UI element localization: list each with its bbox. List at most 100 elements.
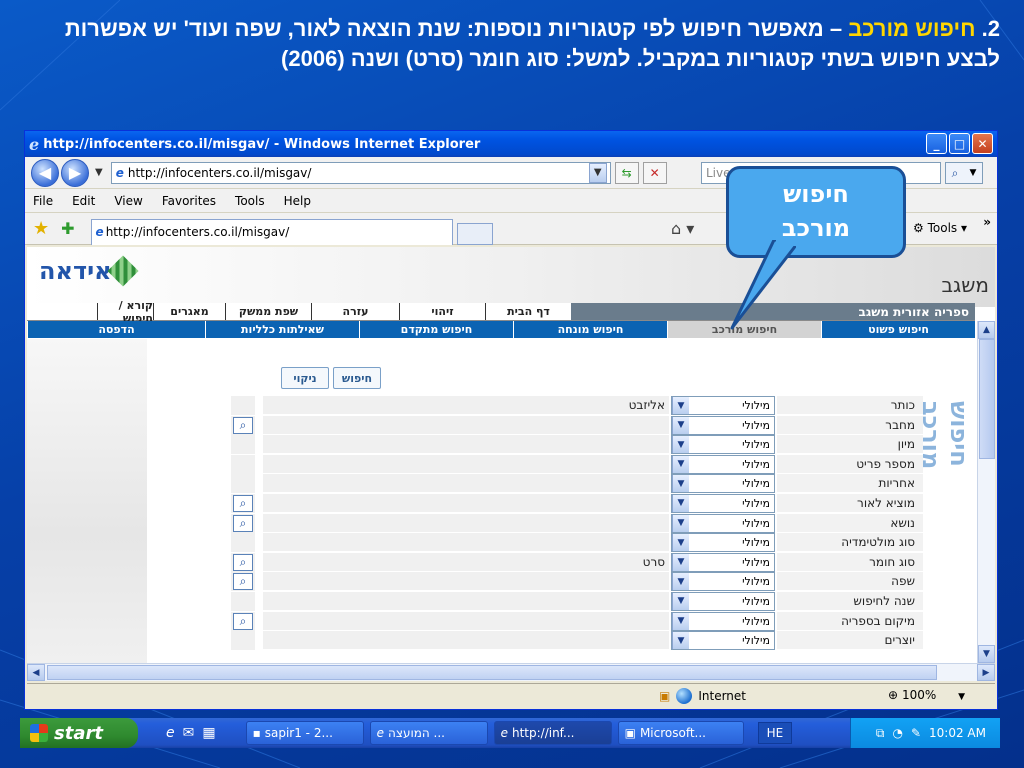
tab-print[interactable]: הדפסה — [27, 321, 205, 338]
close-button[interactable]: ✕ — [972, 133, 993, 154]
status-bar: ▣ Internet ⊕ 100% ▼ — [27, 683, 995, 709]
network-icon[interactable]: ⧉ — [876, 726, 885, 741]
tab-general-queries[interactable]: שאילתות כלליות — [205, 321, 359, 338]
field-value-input[interactable] — [263, 611, 669, 631]
add-favorites-icon[interactable]: ✚ — [61, 219, 74, 238]
field-value-input[interactable] — [263, 572, 669, 592]
field-value-input[interactable] — [263, 474, 669, 494]
stop-button[interactable]: ✕ — [642, 161, 667, 184]
scroll-right-icon[interactable]: ▶ — [977, 664, 995, 681]
maximize-button[interactable]: □ — [949, 133, 970, 154]
nav-home[interactable]: דף הבית — [485, 303, 571, 320]
chevron-more-icon[interactable]: » — [983, 215, 991, 229]
field-value-input[interactable] — [263, 415, 669, 435]
form-row: נושא מילולי ▼ ⌕ — [205, 513, 923, 534]
nav-databases[interactable]: מאגרים — [153, 303, 225, 320]
zoom-control[interactable]: ⊕ 100% ▼ — [888, 688, 965, 702]
back-button[interactable]: ◀ — [31, 158, 59, 187]
magnifier-lookup-icon[interactable]: ⌕ — [233, 416, 253, 434]
ie-quicklaunch-icon[interactable]: e — [166, 725, 175, 741]
tab-guided-search[interactable]: חיפוש מונחה — [513, 321, 667, 338]
taskbar-item[interactable]: ▪ sapir1 - 2... — [245, 721, 364, 745]
menu-edit[interactable]: Edit — [72, 194, 95, 208]
site-logo[interactable]: אידאה — [39, 255, 140, 287]
operator-select[interactable]: מילולי ▼ — [671, 552, 775, 572]
tab-advanced-search[interactable]: חיפוש מתקדם — [359, 321, 513, 338]
field-value-input[interactable] — [263, 591, 669, 611]
operator-select[interactable]: מילולי ▼ — [671, 493, 775, 513]
field-value-input[interactable]: אליזבט — [263, 396, 669, 415]
scroll-left-icon[interactable]: ◀ — [27, 664, 45, 681]
home-icon[interactable]: ⌂ ▾ — [671, 219, 694, 238]
operator-select[interactable]: מילולי ▼ — [671, 513, 775, 533]
tab-simple-search[interactable]: חיפוש פשוט — [821, 321, 975, 338]
operator-select[interactable]: מילולי ▼ — [671, 396, 775, 415]
browser-tab[interactable]: e http://infocenters.co.il/misgav/ — [90, 218, 453, 245]
scroll-up-icon[interactable]: ▲ — [978, 321, 995, 339]
horizontal-scrollbar[interactable]: ◀ ▶ — [27, 663, 995, 681]
operator-select[interactable]: מילולי ▼ — [671, 591, 775, 611]
operator-select[interactable]: מילולי ▼ — [671, 572, 775, 592]
scroll-thumb[interactable] — [979, 339, 995, 459]
operator-select[interactable]: מילולי ▼ — [671, 631, 775, 651]
refresh-button[interactable]: ⇆ — [614, 161, 639, 184]
field-value-input[interactable]: סרט — [263, 552, 669, 572]
operator-select[interactable]: מילולי ▼ — [671, 611, 775, 631]
start-button[interactable]: start — [20, 718, 138, 748]
taskbar-item-active[interactable]: e http://inf... — [493, 721, 612, 745]
window-titlebar[interactable]: e http://infocenters.co.il/misgav/ - Win… — [25, 131, 997, 157]
menu-help[interactable]: Help — [284, 194, 311, 208]
nav-help[interactable]: עזרה — [311, 303, 399, 320]
menu-file[interactable]: File — [33, 194, 53, 208]
taskbar-item[interactable]: e המועצה ... — [369, 721, 488, 745]
desktop-quicklaunch-icon[interactable]: ▦ — [202, 725, 215, 741]
address-input[interactable]: e http://infocenters.co.il/misgav/ — [110, 161, 611, 184]
operator-select[interactable]: מילולי ▼ — [671, 454, 775, 474]
field-value-input[interactable] — [263, 493, 669, 513]
search-options-icon[interactable]: ▼ — [969, 168, 976, 178]
h-scroll-thumb[interactable] — [47, 665, 937, 680]
operator-select[interactable]: מילולי ▼ — [671, 533, 775, 553]
taskbar-item[interactable]: ▣ Microsoft... — [617, 721, 744, 745]
field-value-input[interactable] — [263, 435, 669, 455]
security-zone[interactable]: ▣ Internet — [659, 688, 746, 704]
vertical-scrollbar[interactable]: ▲ ▼ — [977, 321, 995, 663]
chevron-down-icon: ▼ — [672, 534, 689, 552]
operator-select[interactable]: מילולי ▼ — [671, 435, 775, 455]
search-button[interactable]: חיפוש — [333, 367, 381, 389]
clear-button[interactable]: ניקוי — [281, 367, 329, 389]
tools-menu-button[interactable]: ⚙ Tools ▾ — [913, 221, 967, 235]
operator-select[interactable]: מילולי ▼ — [671, 415, 775, 435]
field-value-input[interactable] — [263, 513, 669, 533]
tray-app-icon[interactable]: ✎ — [911, 726, 921, 740]
minimize-button[interactable]: _ — [926, 133, 947, 154]
menu-view[interactable]: View — [114, 194, 142, 208]
scroll-down-icon[interactable]: ▼ — [978, 645, 995, 663]
field-value-input[interactable] — [263, 533, 669, 553]
nav-identify[interactable]: זיהוי — [399, 303, 485, 320]
nav-reader-search[interactable]: קורא / חיפוש — [97, 299, 153, 325]
nav-language[interactable]: שפת ממשק — [225, 303, 311, 320]
address-dropdown-icon[interactable]: ▼ — [588, 162, 607, 183]
clock[interactable]: 10:02 AM — [929, 726, 986, 740]
menu-favorites[interactable]: Favorites — [162, 194, 216, 208]
history-dropdown-icon[interactable]: ▼ — [95, 167, 103, 178]
new-tab-button[interactable] — [456, 222, 493, 245]
magnifier-lookup-icon[interactable]: ⌕ — [233, 494, 253, 512]
field-value-input[interactable] — [263, 454, 669, 474]
magnifier-lookup-icon[interactable]: ⌕ — [233, 573, 253, 591]
field-value-input[interactable] — [263, 631, 669, 651]
magnifier-lookup-icon[interactable]: ⌕ — [233, 514, 253, 532]
search-go-button[interactable]: ⌕ ▼ — [945, 162, 983, 184]
forward-button[interactable]: ▶ — [61, 158, 89, 187]
menu-tools[interactable]: Tools — [235, 194, 265, 208]
powerpoint-icon: ▣ — [624, 726, 636, 740]
magnifier-lookup-icon[interactable]: ⌕ — [233, 612, 253, 630]
heading-number: 2. — [981, 16, 1000, 41]
language-indicator[interactable]: HE — [757, 722, 793, 744]
favorites-star-icon[interactable]: ★ — [33, 218, 49, 239]
outlook-quicklaunch-icon[interactable]: ✉ — [183, 725, 195, 741]
magnifier-lookup-icon[interactable]: ⌕ — [233, 553, 253, 571]
volume-icon[interactable]: ◔ — [892, 726, 902, 740]
operator-select[interactable]: מילולי ▼ — [671, 474, 775, 494]
